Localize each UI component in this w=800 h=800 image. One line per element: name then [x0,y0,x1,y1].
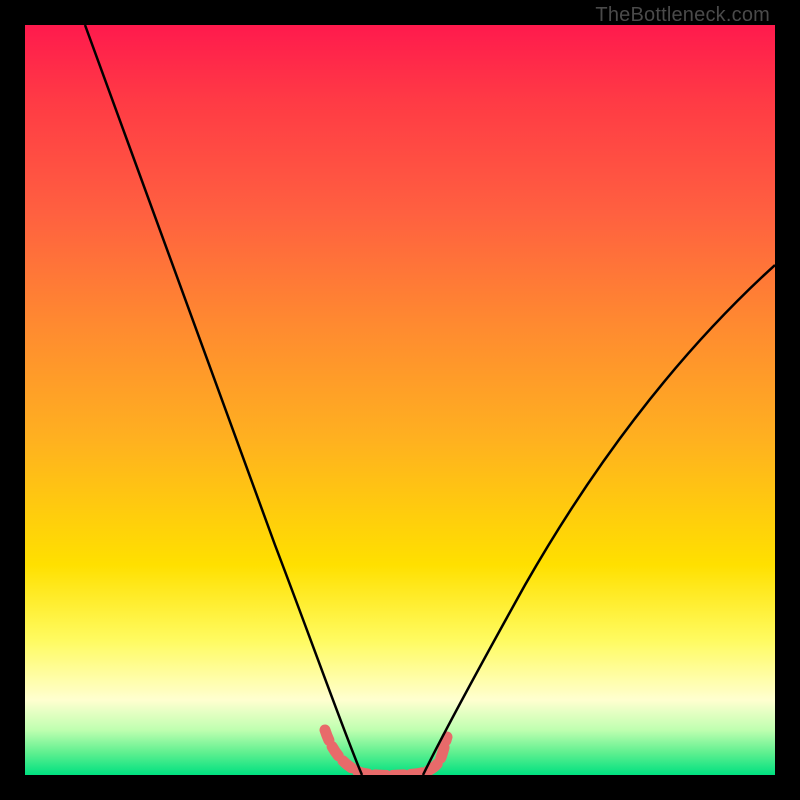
chart-frame: TheBottleneck.com [0,0,800,800]
curve-overlay [25,25,775,775]
watermark-text: TheBottleneck.com [595,4,770,27]
floor-marker-path [325,730,447,775]
left-curve-path [85,25,362,775]
right-curve-path [423,265,775,775]
